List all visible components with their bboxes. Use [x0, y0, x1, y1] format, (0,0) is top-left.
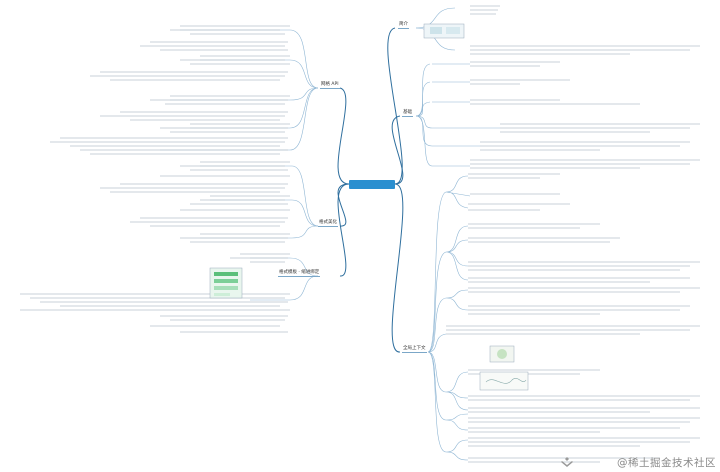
branch-global-context[interactable]: 全局上下文 — [402, 346, 427, 353]
leaf-text-lines — [20, 5, 700, 463]
branch-template[interactable]: 格式模板 · 缩进绑定 — [278, 270, 321, 277]
right-subbranches — [415, 7, 500, 461]
main-connectors — [337, 27, 404, 353]
connector-context — [391, 183, 404, 353]
connector-template — [337, 183, 350, 277]
juejin-logo-icon — [561, 457, 573, 467]
branch-grid-api[interactable]: 网格 API — [320, 82, 340, 89]
connector-grid-api — [337, 87, 350, 185]
branch-format[interactable]: 格式美化 — [318, 220, 338, 227]
left-subbranches — [160, 29, 319, 301]
embedded-images — [209, 23, 529, 391]
branch-basics[interactable]: 基础 — [402, 110, 413, 117]
mindmap-canvas — [20, 5, 700, 463]
branch-intro[interactable]: 简介 — [398, 22, 409, 29]
root-node[interactable] — [349, 180, 395, 189]
watermark-text: @稀土掘金技术社区 — [617, 457, 716, 469]
